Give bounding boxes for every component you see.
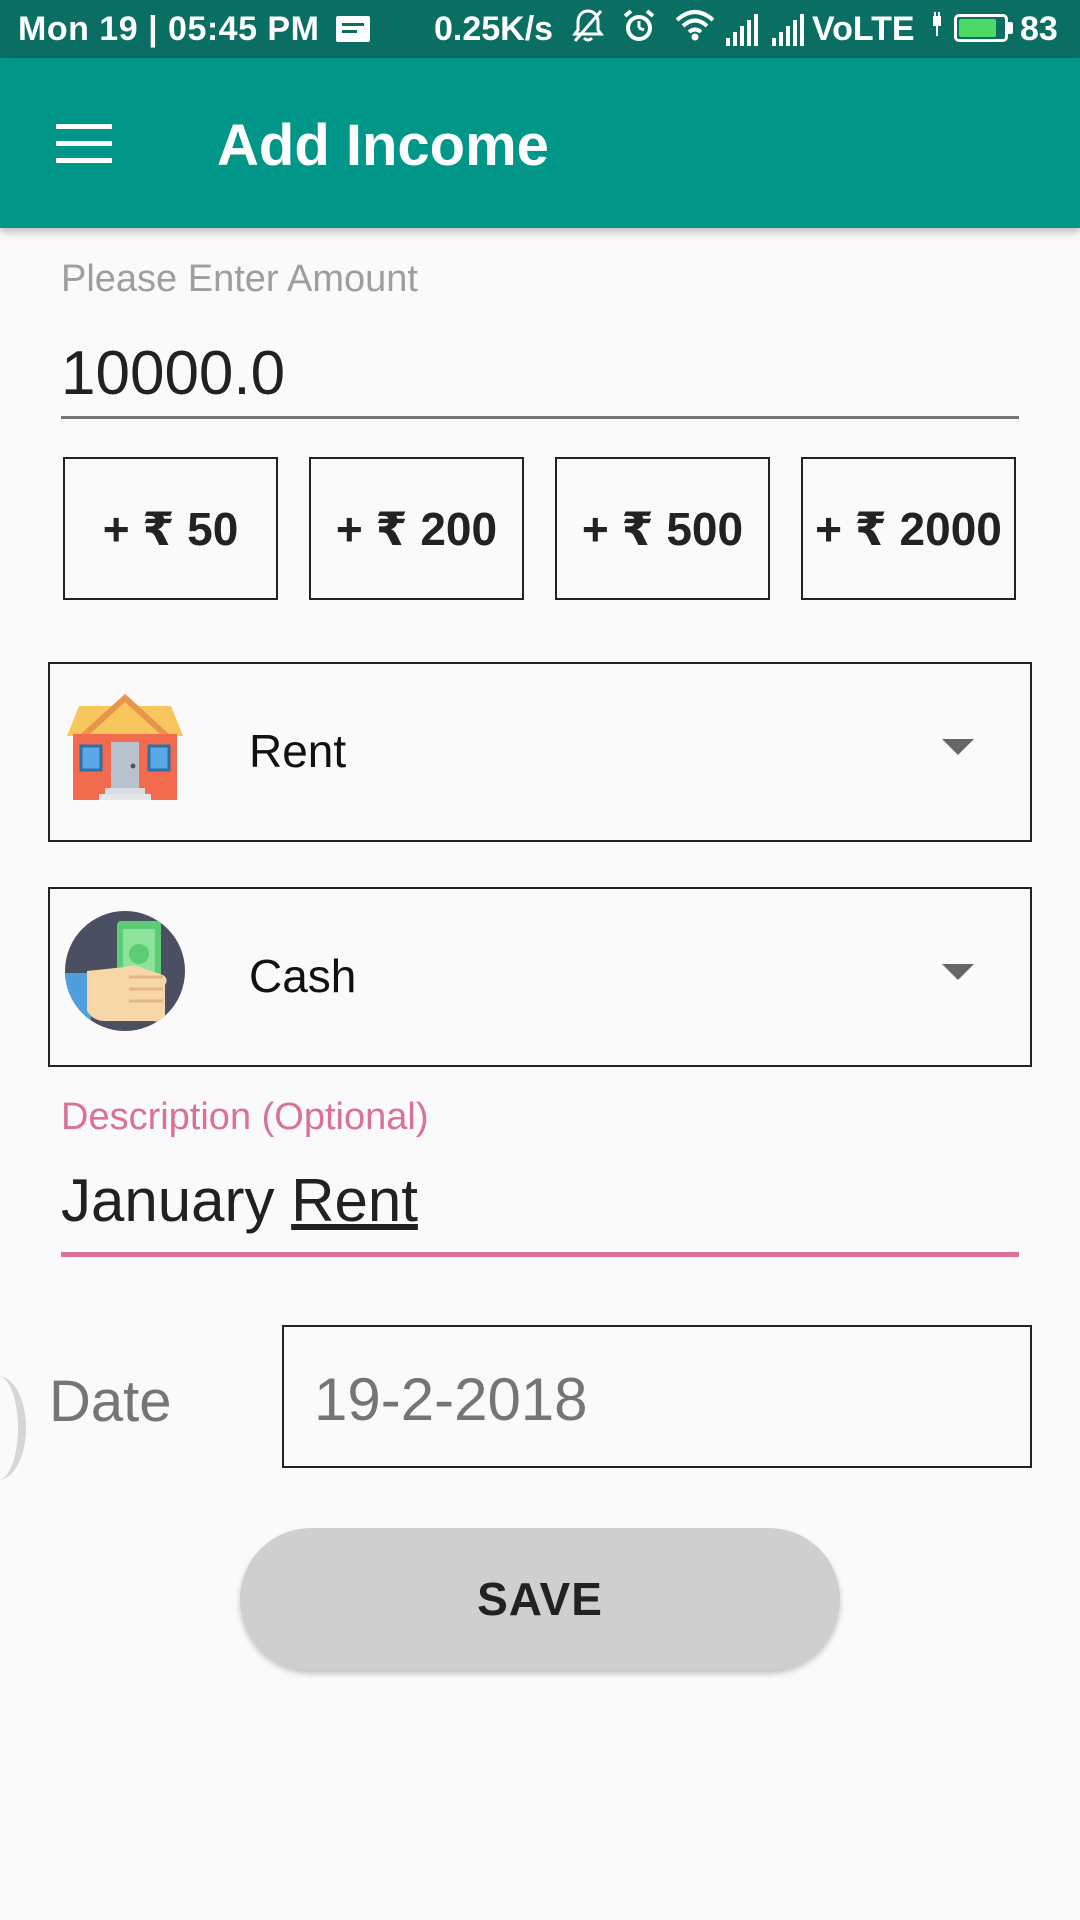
network-speed: 0.25K/s xyxy=(434,10,554,48)
payment-mode-dropdown[interactable]: Cash xyxy=(48,887,1032,1067)
chevron-down-icon xyxy=(942,964,974,980)
payment-mode-selected: Cash xyxy=(249,950,357,1002)
save-button[interactable]: SAVE xyxy=(240,1528,840,1670)
quick-add-50-button[interactable]: + ₹ 50 xyxy=(63,457,278,600)
amount-label: Please Enter Amount xyxy=(61,258,418,300)
notes-icon xyxy=(336,16,370,42)
date-label: Date xyxy=(49,1369,172,1434)
status-time: Mon 19 | 05:45 PM xyxy=(18,10,320,48)
category-selected: Rent xyxy=(249,725,347,777)
quick-add-2000-button[interactable]: + ₹ 2000 xyxy=(801,457,1016,600)
description-text: January xyxy=(61,1167,292,1234)
description-label: Description (Optional) xyxy=(61,1096,429,1138)
battery-icon xyxy=(954,14,1008,42)
battery-level: 83 xyxy=(1020,10,1058,48)
description-input[interactable]: January Rent xyxy=(61,1166,1019,1257)
date-value: 19-2-2018 xyxy=(314,1366,588,1433)
side-handle xyxy=(0,1376,26,1480)
wifi-icon xyxy=(675,8,715,51)
chevron-down-icon xyxy=(942,739,974,755)
status-bar: Mon 19 | 05:45 PM 0.25K/s VoLTE 83 xyxy=(0,0,1080,58)
signal-icon-2 xyxy=(772,12,804,46)
signal-icon xyxy=(726,12,758,46)
description-composing-text: Rent xyxy=(291,1167,418,1234)
house-icon xyxy=(65,686,185,806)
battery-tip xyxy=(1008,22,1013,34)
alarm-icon xyxy=(622,8,656,53)
battery-fill xyxy=(959,19,996,37)
network-type: VoLTE xyxy=(812,10,915,48)
category-dropdown[interactable]: Rent xyxy=(48,662,1032,842)
cash-in-hand-icon xyxy=(65,911,185,1031)
amount-input[interactable] xyxy=(61,330,1019,419)
app-bar: Add Income xyxy=(0,58,1080,228)
quick-add-500-button[interactable]: + ₹ 500 xyxy=(555,457,770,600)
date-field[interactable]: 19-2-2018 xyxy=(282,1325,1032,1468)
charging-icon xyxy=(930,12,944,49)
mute-icon xyxy=(572,8,604,53)
quick-add-200-button[interactable]: + ₹ 200 xyxy=(309,457,524,600)
page-title: Add Income xyxy=(217,113,549,178)
hamburger-menu-icon[interactable] xyxy=(56,124,112,164)
